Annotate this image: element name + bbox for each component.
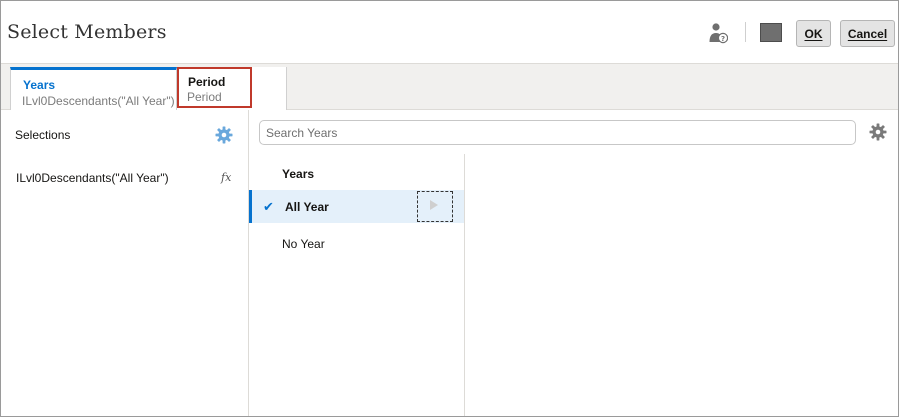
tree-row-label: All Year	[285, 200, 329, 214]
search-box	[259, 120, 856, 145]
selections-pane: Selections ILvl0Descendants("All Year") …	[1, 110, 249, 416]
drill-right-icon	[430, 200, 438, 210]
tree-row-no-year[interactable]: No Year	[249, 227, 464, 260]
cancel-button-label: Cancel	[847, 26, 888, 41]
tab-period[interactable]: Period Period	[177, 67, 287, 110]
member-detail-pane	[465, 154, 898, 416]
dialog-title: Select Members	[7, 21, 167, 43]
tab-years-label: Years	[23, 78, 56, 92]
tab-years[interactable]: Years ILvl0Descendants("All Year")	[10, 67, 177, 111]
layout-square-icon[interactable]	[760, 23, 782, 42]
tree-column-header: Years	[282, 167, 315, 181]
dimension-tab-strip: Years ILvl0Descendants("All Year") Perio…	[1, 63, 898, 111]
member-tree-pane: Years ✔ All Year No Year	[249, 154, 465, 416]
search-input[interactable]	[260, 121, 855, 144]
svg-text:?: ?	[721, 35, 725, 43]
function-fx-icon[interactable]: fx	[221, 171, 231, 184]
tab-period-label: Period	[188, 75, 226, 89]
dialog-header: Select Members ? OK Cancel	[1, 1, 898, 63]
selection-item[interactable]: ILvl0Descendants("All Year")	[16, 171, 169, 185]
selections-title: Selections	[15, 128, 71, 142]
select-members-dialog: Select Members ? OK Cancel Years ILvl0De…	[0, 0, 899, 417]
tree-row-label: No Year	[282, 237, 325, 251]
checkmark-icon: ✔	[263, 199, 274, 214]
drill-down-button[interactable]	[417, 191, 453, 222]
tree-row-all-year[interactable]: ✔ All Year	[249, 190, 464, 223]
ok-button-label: OK	[804, 26, 823, 41]
tab-years-selection: ILvl0Descendants("All Year")	[22, 94, 175, 108]
gear-icon[interactable]	[215, 126, 233, 144]
gear-icon[interactable]	[869, 123, 887, 141]
ok-button[interactable]: OK	[796, 20, 831, 47]
cancel-button[interactable]: Cancel	[840, 20, 895, 47]
header-separator	[745, 22, 746, 42]
tab-period-selection: Period	[187, 90, 222, 104]
user-help-icon[interactable]: ?	[708, 22, 728, 44]
